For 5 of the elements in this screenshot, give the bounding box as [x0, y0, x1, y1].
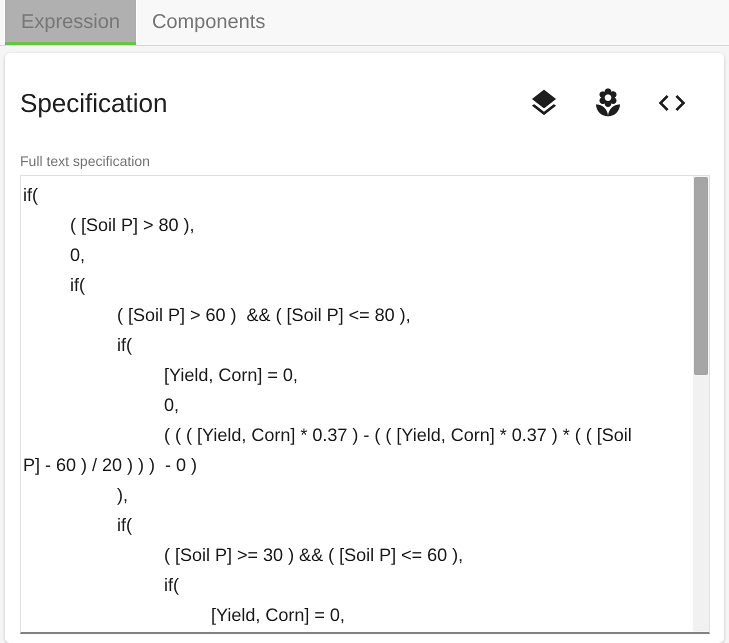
card-title: Specification: [20, 88, 168, 118]
scrollbar[interactable]: [693, 176, 709, 632]
tab[interactable]: Components: [136, 0, 282, 45]
field-label: Full text specification: [20, 153, 151, 169]
specification-field[interactable]: if( ( [Soil P] > 80 ), 0, if( ( [Soil P] > 60 ) && ( [Soil P] <= 80 ), if( [Yield, Corn] = 0, 0, ( ( ( [Yield, Corn] * 0.37 ) - ( ( [Yield, Corn] * 0.37 ) * ( ( [Soil P] - 60 ) / 20 ) ) ) - 0 ) ), if( ( [Soil P] >= 30 ) && ( [Soil P] <= 60 ), if( [Yield, Corn] = 0,: [20, 175, 710, 634]
